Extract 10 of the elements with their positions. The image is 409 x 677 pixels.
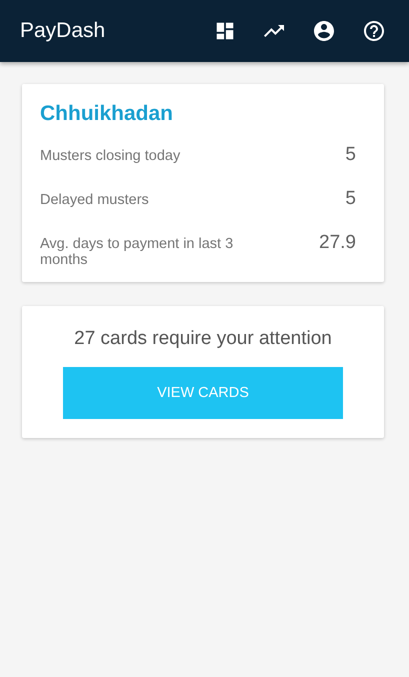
stat-value: 5: [345, 144, 357, 166]
stat-value: 27.9: [319, 232, 357, 254]
stat-label: Delayed musters: [40, 191, 149, 208]
view-cards-button[interactable]: VIEW CARDS: [63, 367, 343, 419]
stat-label: Musters closing today: [40, 147, 180, 164]
attention-message: 27 cards require your attention: [74, 328, 332, 350]
stat-value: 5: [345, 188, 357, 210]
stat-label: Avg. days to payment in last 3 months: [40, 235, 234, 268]
location-title: Chhuikhadan: [40, 102, 174, 126]
app-title: PayDash: [20, 19, 106, 43]
